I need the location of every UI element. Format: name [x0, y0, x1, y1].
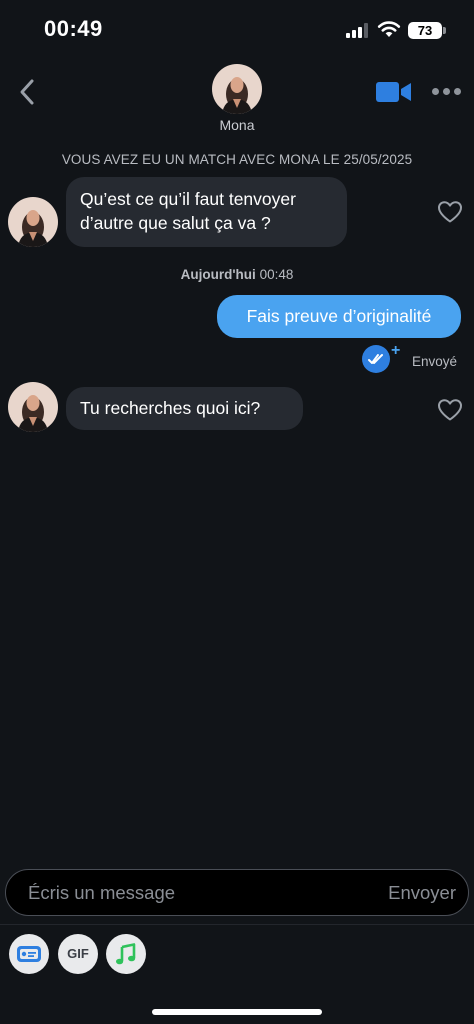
sent-status: Envoyé	[412, 354, 458, 369]
cellular-signal-icon	[346, 23, 370, 38]
contact-card-icon	[17, 946, 41, 962]
toolbar-divider	[0, 924, 474, 925]
music-button[interactable]	[106, 934, 146, 974]
time-label: 00:48	[259, 267, 294, 282]
gif-icon: GIF	[67, 946, 89, 961]
read-receipt-icon[interactable]	[362, 345, 390, 373]
chat-screen: 00:49 73 Mona VOUS AVEZ EU UN MATCH AVEC…	[0, 0, 474, 1024]
chevron-left-icon[interactable]	[14, 76, 42, 108]
heart-icon[interactable]	[437, 398, 463, 422]
message-input[interactable]	[28, 870, 358, 915]
battery-tip	[443, 27, 446, 34]
match-banner: VOUS AVEZ EU UN MATCH AVEC MONA LE 25/05…	[61, 152, 413, 167]
home-indicator[interactable]	[152, 1009, 322, 1015]
contact-avatar[interactable]	[212, 64, 262, 114]
message-line: Qu’est ce qu’il faut tenvoyer	[80, 189, 296, 209]
battery-indicator: 73	[408, 22, 442, 39]
status-bar: 00:49 73	[0, 0, 474, 60]
wifi-icon	[377, 21, 401, 37]
contact-name[interactable]: Mona	[0, 117, 474, 133]
avatar-photo	[8, 197, 58, 247]
gif-button[interactable]: GIF	[58, 934, 98, 974]
message-line: d’autre que salut ça va ?	[80, 213, 271, 233]
music-note-icon	[116, 943, 136, 965]
double-check-icon	[368, 354, 383, 364]
sender-avatar[interactable]	[8, 382, 58, 432]
message-composer: Envoyer	[5, 869, 469, 916]
incoming-message[interactable]: Tu recherches quoi ici?	[66, 387, 303, 430]
sender-avatar[interactable]	[8, 197, 58, 247]
send-button[interactable]: Envoyer	[388, 882, 456, 904]
video-camera-icon[interactable]	[376, 80, 412, 104]
incoming-message[interactable]: Qu’est ce qu’il faut tenvoyer d’autre qu…	[66, 177, 347, 247]
heart-icon[interactable]	[437, 200, 463, 224]
avatar-photo	[8, 382, 58, 432]
plus-icon[interactable]: +	[391, 343, 400, 359]
outgoing-message[interactable]: Fais preuve d’originalité	[217, 295, 461, 338]
contact-card-button[interactable]	[9, 934, 49, 974]
avatar-photo	[212, 64, 262, 114]
day-separator: Aujourd'hui 00:48	[0, 267, 474, 282]
day-label: Aujourd'hui	[180, 267, 256, 282]
status-time: 00:49	[44, 16, 103, 41]
more-dots-icon[interactable]	[432, 86, 462, 98]
